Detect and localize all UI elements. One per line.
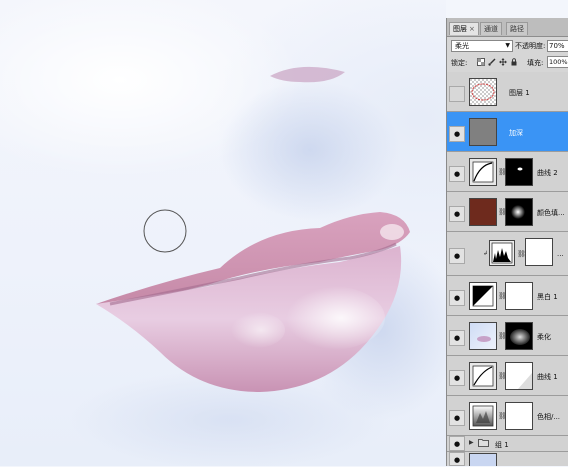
layer-group-row[interactable]: ● ▶ 组 1: [447, 436, 568, 452]
layer-name[interactable]: ...: [557, 250, 564, 258]
layer-name[interactable]: 黑白 1: [537, 292, 558, 302]
chevron-down-icon: ▼: [505, 42, 510, 49]
layer-row[interactable]: ● ⛓ 柔化: [447, 316, 568, 356]
eye-icon[interactable]: ●: [449, 166, 465, 182]
move-lock-icon[interactable]: [499, 58, 507, 66]
tab-paths[interactable]: 路径: [506, 22, 528, 35]
layer-row[interactable]: ● ↲ ⛓ ...: [447, 232, 568, 276]
lips-photo: [70, 66, 446, 466]
eye-icon[interactable]: ●: [449, 126, 465, 142]
brush-cursor-icon: [143, 209, 187, 253]
layer-mask-thumbnail[interactable]: [505, 362, 533, 390]
layer-thumbnail: [469, 322, 497, 350]
layer-row-selected[interactable]: ● 加深: [447, 112, 568, 152]
layer-mask-thumbnail[interactable]: [525, 238, 553, 266]
close-icon[interactable]: ×: [469, 25, 475, 33]
tab-channels[interactable]: 通道: [480, 22, 502, 35]
layer-name[interactable]: 曲线 1: [537, 372, 558, 382]
layer-row[interactable]: ● ⛓ 曲线 1: [447, 356, 568, 396]
layer-thumbnail: [469, 118, 497, 146]
eye-icon[interactable]: ●: [449, 370, 465, 386]
clipping-arrow-icon: ↲: [483, 250, 489, 257]
blend-mode-select[interactable]: 柔光 ▼: [451, 40, 513, 52]
layer-mask-thumbnail[interactable]: [505, 198, 533, 226]
visibility-toggle-off[interactable]: [449, 86, 465, 102]
layer-name[interactable]: 加深: [509, 128, 523, 138]
fill-label: 填充:: [527, 59, 544, 67]
lock-row: 锁定: 填充: 100%: [447, 56, 568, 70]
layer-thumbnail: [469, 453, 497, 466]
brush-lock-icon[interactable]: [488, 58, 496, 66]
layer-mask-thumbnail[interactable]: [505, 322, 533, 350]
eye-icon[interactable]: ●: [449, 330, 465, 346]
layer-name[interactable]: 色相/...: [537, 412, 560, 422]
tab-channels-label: 通道: [484, 25, 498, 33]
opacity-input[interactable]: 70%: [547, 40, 568, 52]
layer-list: 图层 1 ● 加深 ● ⛓ 曲线 2 ● ⛓ 颜色填... ● ↲ ⛓ ... …: [447, 72, 568, 466]
curves-adjustment-icon: [469, 362, 497, 390]
layer-name[interactable]: 组 1: [495, 440, 509, 450]
expand-triangle-icon[interactable]: ▶: [469, 439, 474, 446]
color-fill-thumbnail: [469, 198, 497, 226]
padlock-icon[interactable]: [510, 58, 518, 66]
layer-thumbnail: [469, 78, 497, 106]
levels-adjustment-icon: [489, 240, 515, 266]
opacity-label: 不透明度:: [515, 42, 546, 50]
layer-row[interactable]: ● ⛓ 色相/...: [447, 396, 568, 436]
blend-mode-value: 柔光: [455, 42, 469, 50]
eye-icon[interactable]: ●: [449, 248, 465, 264]
eye-icon[interactable]: ●: [449, 290, 465, 306]
folder-icon: [478, 438, 489, 449]
curves-adjustment-icon: [469, 158, 497, 186]
eye-icon[interactable]: ●: [449, 436, 465, 451]
layer-row[interactable]: ● ⛓ 黑白 1: [447, 276, 568, 316]
layer-name[interactable]: 颜色填...: [537, 208, 565, 218]
panel-tabs: 图层 × 通道 路径: [447, 18, 568, 37]
hue-saturation-adjustment-icon: [469, 402, 497, 430]
fill-input[interactable]: 100%: [547, 56, 568, 68]
image-canvas[interactable]: [0, 0, 446, 466]
tab-layers[interactable]: 图层 ×: [449, 22, 479, 35]
tab-layers-label: 图层: [453, 25, 467, 33]
black-white-adjustment-icon: [469, 282, 497, 310]
layer-row-partial[interactable]: ●: [447, 452, 568, 466]
layer-row[interactable]: 图层 1: [447, 72, 568, 112]
eye-icon[interactable]: ●: [449, 452, 465, 466]
layer-row[interactable]: ● ⛓ 曲线 2: [447, 152, 568, 192]
layer-name[interactable]: 曲线 2: [537, 168, 558, 178]
blend-row: 柔光 ▼ 不透明度: 70%: [447, 38, 568, 54]
eye-icon[interactable]: ●: [449, 410, 465, 426]
layer-row[interactable]: ● ⛓ 颜色填...: [447, 192, 568, 232]
eye-icon[interactable]: ●: [449, 206, 465, 222]
layer-mask-thumbnail[interactable]: [505, 282, 533, 310]
layer-mask-thumbnail[interactable]: [505, 402, 533, 430]
transparency-lock-icon[interactable]: [477, 58, 485, 66]
lock-label: 锁定:: [451, 59, 468, 67]
layer-name[interactable]: 柔化: [537, 332, 551, 342]
layer-name[interactable]: 图层 1: [509, 88, 530, 98]
layer-mask-thumbnail[interactable]: [505, 158, 533, 186]
tab-paths-label: 路径: [510, 25, 524, 33]
layers-panel: 图层 × 通道 路径 柔光 ▼ 不透明度: 70% 锁定: 填充: 100% 图…: [446, 18, 568, 466]
